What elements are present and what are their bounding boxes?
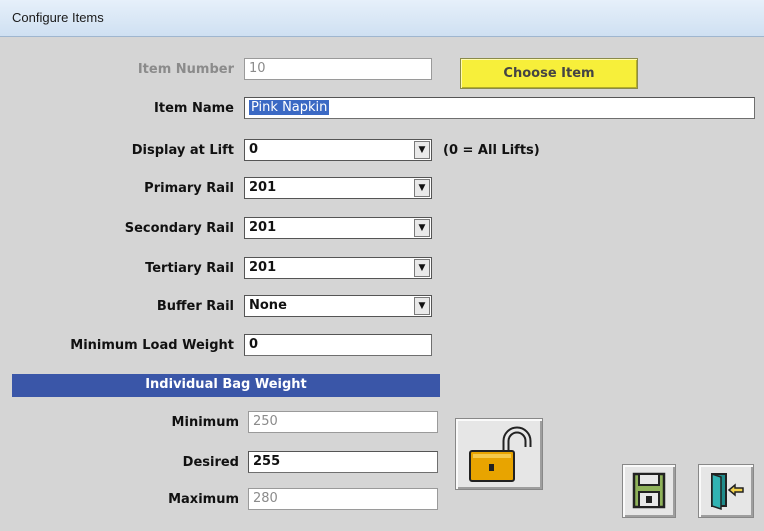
save-icon bbox=[632, 472, 666, 509]
bag-minimum-label: Minimum bbox=[171, 415, 239, 430]
bag-desired-label: Desired bbox=[182, 455, 239, 470]
bag-maximum-field: 280 bbox=[248, 488, 438, 510]
exit-door-icon bbox=[711, 472, 744, 511]
bag-minimum-field: 250 bbox=[248, 411, 438, 433]
min-load-weight-label: Minimum Load Weight bbox=[70, 338, 234, 353]
chevron-down-icon[interactable]: ▼ bbox=[414, 219, 430, 237]
secondary-rail-select[interactable]: 201 ▼ bbox=[244, 217, 432, 239]
primary-rail-value: 201 bbox=[249, 180, 277, 195]
chevron-down-icon[interactable]: ▼ bbox=[414, 179, 430, 197]
buffer-rail-select[interactable]: None ▼ bbox=[244, 295, 432, 317]
unlock-icon bbox=[469, 426, 532, 482]
primary-rail-select[interactable]: 201 ▼ bbox=[244, 177, 432, 199]
min-load-weight-input[interactable]: 0 bbox=[244, 334, 432, 356]
chevron-down-icon[interactable]: ▼ bbox=[414, 259, 430, 277]
save-button[interactable] bbox=[622, 464, 676, 518]
bag-weight-section-header: Individual Bag Weight bbox=[12, 374, 440, 397]
tertiary-rail-select[interactable]: 201 ▼ bbox=[244, 257, 432, 279]
item-number-label: Item Number bbox=[137, 62, 234, 77]
chevron-down-icon[interactable]: ▼ bbox=[414, 297, 430, 315]
tertiary-rail-label: Tertiary Rail bbox=[145, 261, 234, 276]
bag-desired-input[interactable]: 255 bbox=[248, 451, 438, 473]
window-title: Configure Items bbox=[12, 10, 104, 25]
item-number-field: 10 bbox=[244, 58, 432, 80]
display-at-lift-value: 0 bbox=[249, 142, 259, 157]
primary-rail-label: Primary Rail bbox=[144, 181, 234, 196]
choose-item-button[interactable]: Choose Item bbox=[460, 58, 638, 89]
display-at-lift-select[interactable]: 0 ▼ bbox=[244, 139, 432, 161]
secondary-rail-value: 201 bbox=[249, 220, 277, 235]
title-bar: Configure Items bbox=[0, 0, 764, 37]
item-name-input[interactable]: Pink Napkin bbox=[244, 97, 755, 119]
chevron-down-icon[interactable]: ▼ bbox=[414, 141, 430, 159]
tertiary-rail-value: 201 bbox=[249, 260, 277, 275]
item-name-value: Pink Napkin bbox=[249, 100, 330, 115]
display-at-lift-label: Display at Lift bbox=[131, 143, 234, 158]
buffer-rail-label: Buffer Rail bbox=[156, 299, 234, 314]
buffer-rail-value: None bbox=[249, 298, 287, 313]
unlock-button[interactable] bbox=[455, 418, 543, 490]
secondary-rail-label: Secondary Rail bbox=[124, 221, 234, 236]
bag-maximum-label: Maximum bbox=[168, 492, 239, 507]
exit-button[interactable] bbox=[698, 464, 754, 518]
display-at-lift-hint: (0 = All Lifts) bbox=[443, 143, 540, 158]
item-name-label: Item Name bbox=[154, 101, 234, 116]
